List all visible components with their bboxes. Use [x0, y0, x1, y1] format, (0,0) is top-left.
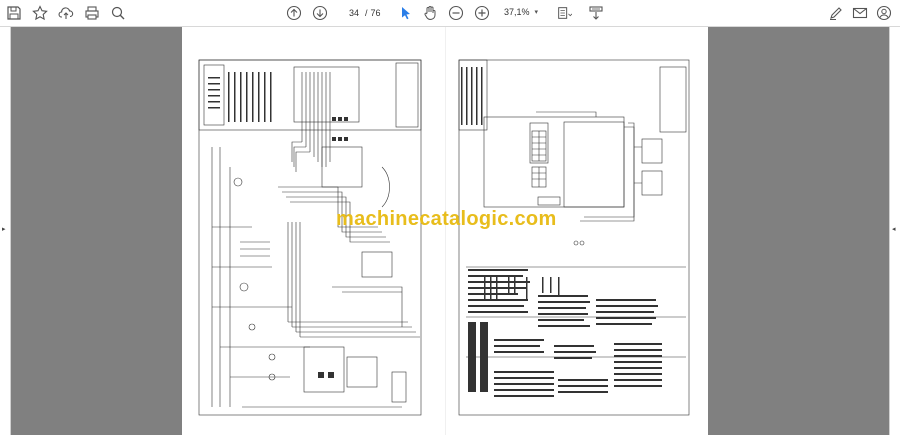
sign-pen-icon[interactable] — [826, 3, 846, 23]
page-left — [182, 27, 445, 435]
print-icon[interactable] — [82, 3, 102, 23]
watermark-text: machinecatalogic.com — [336, 208, 557, 230]
viewer-background-left — [11, 27, 182, 435]
page-number-input[interactable] — [334, 5, 362, 21]
previous-page-icon[interactable] — [284, 3, 304, 23]
hand-tool-icon[interactable] — [420, 3, 440, 23]
page-right — [446, 27, 708, 435]
chevron-down-icon: ▾ — [534, 9, 538, 16]
total-pages: 76 — [370, 8, 381, 18]
right-panel-toggle[interactable]: ◂ — [889, 27, 900, 435]
expand-right-icon[interactable]: ◂ — [892, 225, 896, 233]
left-panel-toggle[interactable]: ▸ — [0, 27, 11, 435]
email-icon[interactable] — [850, 3, 870, 23]
scroll-mode-icon[interactable] — [586, 3, 606, 23]
page-fit-icon[interactable] — [552, 3, 576, 23]
zoom-select[interactable]: 37,1% ▾ — [500, 4, 542, 20]
select-tool-icon[interactable] — [396, 3, 416, 23]
zoom-in-icon[interactable] — [472, 3, 492, 23]
page-navigator: / 76 — [334, 4, 381, 22]
page-separator: / — [365, 8, 368, 18]
next-page-icon[interactable] — [310, 3, 330, 23]
save-icon[interactable] — [4, 3, 24, 23]
wiring-diagram-left — [198, 59, 422, 416]
account-icon[interactable] — [874, 3, 894, 23]
cloud-upload-icon[interactable] — [56, 3, 76, 23]
expand-left-icon[interactable]: ▸ — [2, 225, 6, 233]
wiring-diagram-right — [458, 59, 690, 416]
toolbar: / 76 37,1% ▾ — [0, 0, 900, 27]
search-icon[interactable] — [108, 3, 128, 23]
viewer-background-right — [708, 27, 889, 435]
zoom-value: 37,1% — [504, 7, 530, 17]
zoom-out-icon[interactable] — [446, 3, 466, 23]
bookmark-star-icon[interactable] — [30, 3, 50, 23]
